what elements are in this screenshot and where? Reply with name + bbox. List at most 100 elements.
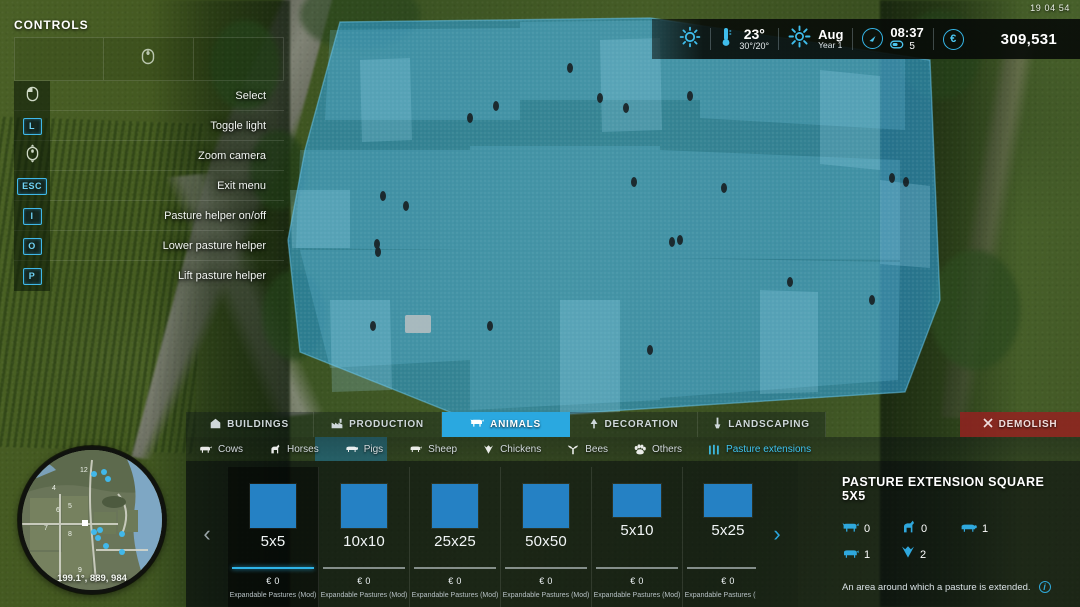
subtab-label: Pasture extensions: [726, 443, 812, 455]
cow-icon: [842, 520, 859, 538]
money-value: 309,531: [1000, 30, 1057, 48]
item-shape-preview: [523, 484, 569, 528]
capacity-stat: 0: [901, 520, 946, 538]
tab-label: BUILDINGS: [227, 419, 289, 430]
subtab-others[interactable]: Others: [621, 437, 695, 461]
item-price: € 0: [630, 576, 644, 586]
paw-icon: [634, 443, 646, 455]
capacity-value: 0: [864, 523, 871, 535]
subtab-cows[interactable]: Cows: [186, 437, 256, 461]
control-label: Toggle light: [210, 119, 266, 132]
minimap[interactable]: 12 4 5 678 9: [18, 446, 166, 594]
info-icon[interactable]: i: [1038, 581, 1051, 593]
control-label: Pasture helper on/off: [164, 209, 266, 222]
sun-icon: [679, 26, 701, 53]
item-card[interactable]: 25x25 € 0 Expandable Pastures (Mod): [410, 467, 501, 607]
item-card[interactable]: 5x10 € 0 Expandable Pastures (Mod): [592, 467, 683, 607]
season-icon: [788, 25, 811, 53]
tab-label: DECORATION: [604, 419, 679, 430]
bee-icon: [567, 444, 579, 455]
control-row-exit-menu: ESC Exit menu: [14, 171, 284, 201]
subtab-chickens[interactable]: Chickens: [470, 437, 554, 461]
item-name: 10x10: [343, 533, 385, 550]
x-icon: [983, 418, 993, 431]
subtab-label: Others: [652, 443, 683, 455]
chicken-icon: [483, 444, 494, 455]
category-tab-bar: BUILDINGS PRODUCTION ANIMALS DECORATION: [186, 412, 1080, 437]
control-row-lower-helper: O Lower pasture helper: [14, 231, 284, 261]
item-cards: 5x5 € 0 Expandable Pastures (Mod) 10x10 € 0 E…: [228, 461, 756, 607]
item-brand: Expandable Pastures (Mod): [593, 592, 681, 599]
horse-icon: [269, 444, 281, 454]
item-card[interactable]: 5x25 € 0 Expandable Pastures (Mod): [683, 467, 756, 607]
item-thumbnail: 10x10: [319, 467, 410, 564]
subtab-pasture-extensions[interactable]: Pasture extensions: [695, 437, 824, 461]
tab-decoration[interactable]: DECORATION: [570, 412, 698, 437]
subtab-label: Chickens: [500, 443, 542, 455]
control-key: O: [14, 231, 50, 261]
item-brand: Expandable Pastures (Mod): [229, 592, 317, 599]
control-row-zoom-camera: Zoom camera: [14, 141, 284, 171]
key-i: I: [22, 207, 42, 225]
control-key: I: [14, 201, 50, 231]
gamepad-cell-left: [15, 38, 105, 80]
item-card[interactable]: 10x10 € 0 Expandable Pastures (Mod): [319, 467, 410, 607]
item-description: An area around which a pasture is extend…: [842, 581, 1031, 593]
capacity-stat: 2: [901, 545, 946, 564]
subtab-bees[interactable]: Bees: [554, 437, 621, 461]
dirt-track: [940, 38, 1038, 422]
key-p: P: [22, 267, 42, 285]
capacity-value: 1: [982, 523, 989, 535]
subtab-horses[interactable]: Horses: [256, 437, 332, 461]
item-detail-panel: PASTURE EXTENSION SQUARE 5X5 0 0 1 1 2 An ar…: [798, 461, 1080, 607]
tab-landscaping[interactable]: LANDSCAPING: [698, 412, 826, 437]
session-timestamp: 19 04 54: [1030, 3, 1070, 13]
chevron-right-icon[interactable]: ›: [756, 461, 798, 607]
item-card[interactable]: 50x50 € 0 Expandable Pastures (Mod): [501, 467, 592, 607]
month-label: Aug: [818, 26, 844, 42]
status-hud: 23° 30°/20° Aug Year 1 08:37 5 € 309,531: [652, 19, 1080, 59]
item-price: € 0: [448, 576, 462, 586]
demolish-label: DEMOLISH: [998, 419, 1058, 430]
item-shape-preview: [704, 484, 752, 517]
fuel-value: 5: [909, 40, 915, 52]
capacity-value: 1: [864, 548, 871, 561]
capacity-stat: 0: [842, 520, 887, 538]
capacity-stat: 1: [842, 545, 887, 564]
control-key: [14, 141, 50, 171]
demolish-button[interactable]: DEMOLISH: [960, 412, 1080, 437]
key-l: L: [22, 117, 42, 135]
item-selection-underline: [232, 567, 314, 569]
svg-text:6: 6: [56, 507, 60, 514]
gamepad-hint-grid: [14, 37, 284, 81]
item-card[interactable]: 5x5 € 0 Expandable Pastures (Mod): [228, 467, 319, 607]
chicken-icon: [901, 545, 915, 564]
horse-icon: [901, 520, 916, 538]
sheep-icon: [842, 546, 859, 564]
euro-icon: €: [942, 28, 964, 50]
item-selection-underline: [323, 567, 405, 569]
animal-capacity-stats: 0 0 1 1 2: [842, 520, 1052, 564]
tree-icon: [589, 418, 599, 432]
chevron-left-icon[interactable]: ‹: [186, 461, 228, 607]
game-screen: CONTROLS Select L Toggle light Zoom came…: [0, 0, 1080, 607]
capacity-value: 2: [920, 548, 927, 561]
factory-icon: [331, 418, 343, 432]
tab-animals[interactable]: ANIMALS: [442, 412, 570, 437]
item-thumbnail: 50x50: [501, 467, 592, 564]
subtab-sheep[interactable]: Sheep: [396, 437, 470, 461]
item-brand: Expandable Pastures (Mod): [320, 592, 408, 599]
tab-buildings[interactable]: BUILDINGS: [186, 412, 314, 437]
item-card-strip: ‹ 5x5 € 0 Expandable Pastures (Mod) 10x10 € …: [186, 461, 798, 607]
subtab-pigs[interactable]: Pigs: [332, 437, 396, 461]
fuel-row: 5: [890, 40, 923, 52]
control-key: L: [14, 111, 50, 141]
key-esc: ESC: [17, 177, 47, 195]
item-price: € 0: [266, 576, 280, 586]
temperature-group: 23° 30°/20°: [711, 26, 778, 53]
battery-icon: [890, 40, 905, 52]
control-label: Exit menu: [217, 179, 266, 192]
tab-production[interactable]: PRODUCTION: [314, 412, 442, 437]
capacity-value: 0: [921, 523, 928, 535]
item-brand: Expandable Pastures (Mod): [502, 592, 590, 599]
